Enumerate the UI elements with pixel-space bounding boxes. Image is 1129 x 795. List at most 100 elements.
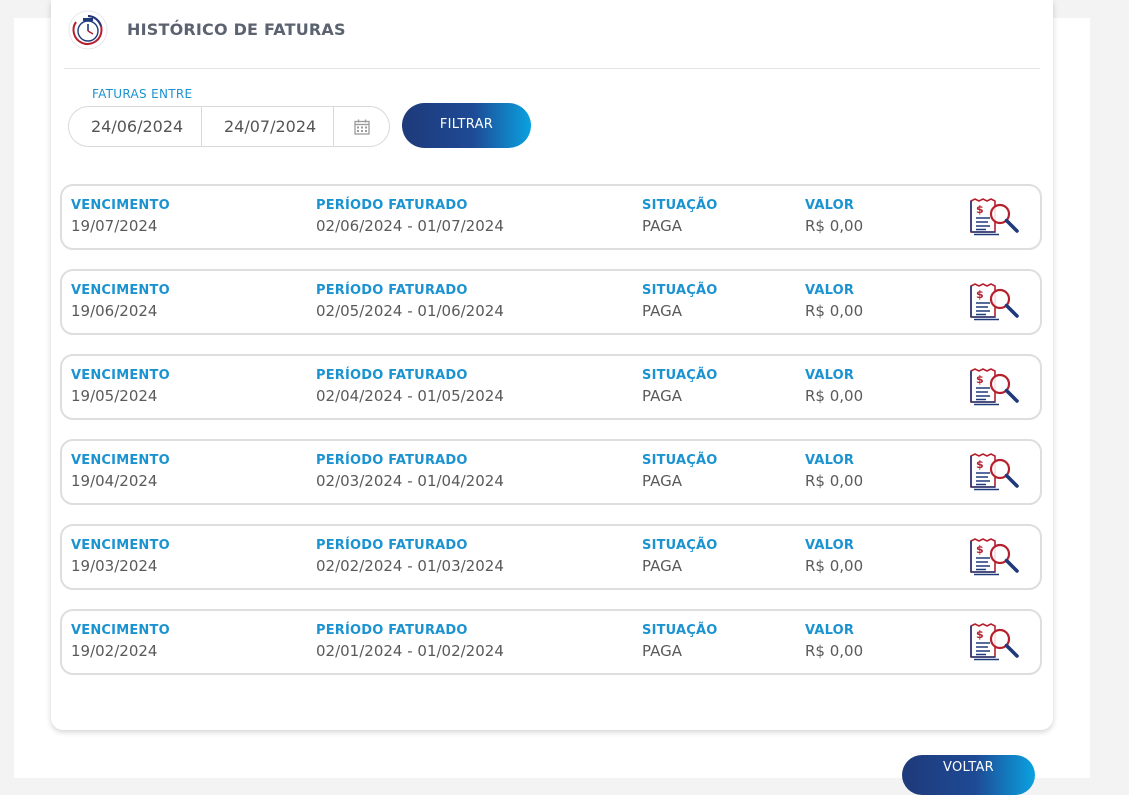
billing-period-field: PERÍODO FATURADO 02/02/2024 - 01/03/2024	[316, 538, 504, 576]
amount-field: VALOR R$ 0,00	[805, 368, 863, 406]
status-label: SITUAÇÃO	[642, 453, 718, 468]
due-date-label: VENCIMENTO	[71, 538, 170, 553]
date-range-picker	[68, 106, 390, 147]
due-date-value: 19/06/2024	[71, 302, 158, 320]
status-value: PAGA	[642, 557, 682, 575]
invoice-search-icon[interactable]: $	[968, 538, 1022, 578]
billing-period-value: 02/01/2024 - 01/02/2024	[316, 642, 504, 660]
billing-period-field: PERÍODO FATURADO 02/05/2024 - 01/06/2024	[316, 283, 504, 321]
status-field: SITUAÇÃO PAGA	[642, 368, 718, 406]
due-date-value: 19/04/2024	[71, 472, 158, 490]
status-field: SITUAÇÃO PAGA	[642, 283, 718, 321]
billing-period-value: 02/06/2024 - 01/07/2024	[316, 217, 504, 235]
status-label: SITUAÇÃO	[642, 538, 718, 553]
amount-label: VALOR	[805, 623, 855, 638]
amount-field: VALOR R$ 0,00	[805, 623, 863, 661]
billing-period-field: PERÍODO FATURADO 02/03/2024 - 01/04/2024	[316, 453, 504, 491]
calendar-icon	[353, 119, 370, 135]
status-label: SITUAÇÃO	[642, 198, 718, 213]
due-date-value: 19/05/2024	[71, 387, 158, 405]
start-date-input[interactable]	[69, 107, 202, 146]
amount-field: VALOR R$ 0,00	[805, 453, 863, 491]
invoice-row: VENCIMENTO 19/02/2024 PERÍODO FATURADO 0…	[60, 609, 1042, 675]
billing-period-label: PERÍODO FATURADO	[316, 453, 468, 468]
status-field: SITUAÇÃO PAGA	[642, 198, 718, 236]
due-date-field: VENCIMENTO 19/07/2024	[71, 198, 170, 236]
amount-value: R$ 0,00	[805, 217, 864, 235]
invoice-row: VENCIMENTO 19/04/2024 PERÍODO FATURADO 0…	[60, 439, 1042, 505]
status-label: SITUAÇÃO	[642, 283, 718, 298]
end-date-input[interactable]	[202, 107, 334, 146]
svg-text:$: $	[976, 288, 984, 301]
amount-field: VALOR R$ 0,00	[805, 198, 863, 236]
invoice-search-icon[interactable]: $	[968, 368, 1022, 408]
due-date-field: VENCIMENTO 19/04/2024	[71, 453, 170, 491]
amount-value: R$ 0,00	[805, 642, 864, 660]
billing-period-value: 02/05/2024 - 01/06/2024	[316, 302, 504, 320]
status-value: PAGA	[642, 387, 682, 405]
billing-period-field: PERÍODO FATURADO 02/01/2024 - 01/02/2024	[316, 623, 504, 661]
due-date-field: VENCIMENTO 19/03/2024	[71, 538, 170, 576]
due-date-label: VENCIMENTO	[71, 283, 170, 298]
svg-text:$: $	[976, 628, 984, 641]
invoice-search-icon[interactable]: $	[968, 623, 1022, 663]
status-value: PAGA	[642, 217, 682, 235]
due-date-value: 19/03/2024	[71, 557, 158, 575]
amount-label: VALOR	[805, 283, 855, 298]
filter-button[interactable]: FILTRAR	[402, 103, 531, 148]
status-value: PAGA	[642, 302, 682, 320]
amount-value: R$ 0,00	[805, 302, 864, 320]
status-value: PAGA	[642, 642, 682, 660]
billing-period-label: PERÍODO FATURADO	[316, 368, 468, 383]
amount-value: R$ 0,00	[805, 472, 864, 490]
billing-period-label: PERÍODO FATURADO	[316, 538, 468, 553]
due-date-field: VENCIMENTO 19/06/2024	[71, 283, 170, 321]
amount-label: VALOR	[805, 198, 855, 213]
due-date-field: VENCIMENTO 19/05/2024	[71, 368, 170, 406]
status-field: SITUAÇÃO PAGA	[642, 623, 718, 661]
invoice-row: VENCIMENTO 19/06/2024 PERÍODO FATURADO 0…	[60, 269, 1042, 335]
date-filter-label: FATURAS ENTRE	[92, 87, 193, 101]
amount-label: VALOR	[805, 368, 855, 383]
billing-period-label: PERÍODO FATURADO	[316, 198, 468, 213]
due-date-label: VENCIMENTO	[71, 623, 170, 638]
due-date-value: 19/02/2024	[71, 642, 158, 660]
back-button[interactable]: VOLTAR	[902, 755, 1035, 795]
due-date-field: VENCIMENTO 19/02/2024	[71, 623, 170, 661]
page-title: HISTÓRICO DE FATURAS	[127, 20, 346, 39]
amount-field: VALOR R$ 0,00	[805, 283, 863, 321]
status-label: SITUAÇÃO	[642, 623, 718, 638]
due-date-value: 19/07/2024	[71, 217, 158, 235]
billing-period-field: PERÍODO FATURADO 02/04/2024 - 01/05/2024	[316, 368, 504, 406]
invoice-row: VENCIMENTO 19/05/2024 PERÍODO FATURADO 0…	[60, 354, 1042, 420]
amount-value: R$ 0,00	[805, 387, 864, 405]
clock-calendar-icon	[68, 10, 108, 50]
billing-period-label: PERÍODO FATURADO	[316, 283, 468, 298]
billing-period-field: PERÍODO FATURADO 02/06/2024 - 01/07/2024	[316, 198, 504, 236]
status-label: SITUAÇÃO	[642, 368, 718, 383]
svg-text:$: $	[976, 373, 984, 386]
due-date-label: VENCIMENTO	[71, 453, 170, 468]
svg-text:$: $	[976, 543, 984, 556]
amount-field: VALOR R$ 0,00	[805, 538, 863, 576]
invoice-row: VENCIMENTO 19/03/2024 PERÍODO FATURADO 0…	[60, 524, 1042, 590]
due-date-label: VENCIMENTO	[71, 198, 170, 213]
billing-period-value: 02/04/2024 - 01/05/2024	[316, 387, 504, 405]
billing-period-value: 02/02/2024 - 01/03/2024	[316, 557, 504, 575]
status-field: SITUAÇÃO PAGA	[642, 453, 718, 491]
billing-period-label: PERÍODO FATURADO	[316, 623, 468, 638]
invoice-search-icon[interactable]: $	[968, 453, 1022, 493]
amount-value: R$ 0,00	[805, 557, 864, 575]
amount-label: VALOR	[805, 538, 855, 553]
svg-text:$: $	[976, 458, 984, 471]
billing-period-value: 02/03/2024 - 01/04/2024	[316, 472, 504, 490]
calendar-button[interactable]	[334, 107, 389, 146]
invoice-search-icon[interactable]: $	[968, 198, 1022, 238]
amount-label: VALOR	[805, 453, 855, 468]
status-value: PAGA	[642, 472, 682, 490]
invoice-search-icon[interactable]: $	[968, 283, 1022, 323]
status-field: SITUAÇÃO PAGA	[642, 538, 718, 576]
svg-text:$: $	[976, 203, 984, 216]
invoice-row: VENCIMENTO 19/07/2024 PERÍODO FATURADO 0…	[60, 184, 1042, 250]
header-divider	[64, 68, 1040, 69]
